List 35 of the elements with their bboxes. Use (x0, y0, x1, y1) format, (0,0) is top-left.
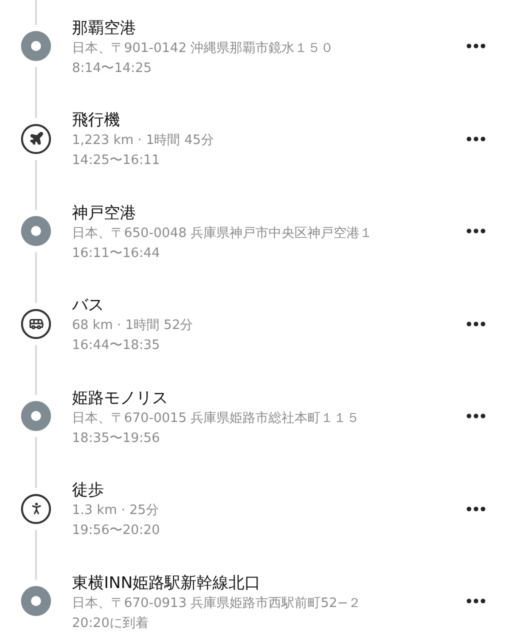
stop-title: 飛行機 (72, 109, 121, 132)
stop-detail: 日本、〒650-0048 兵庫県神戸市中央区神戸空港１ (72, 224, 374, 243)
stop-title: バス (72, 294, 105, 316)
more-icon (466, 228, 486, 234)
stop-time: 20:20に到着 (72, 614, 150, 633)
walking-person-icon (21, 494, 51, 524)
stop-title: 東横INN姫路駅新幹線北口 (72, 572, 262, 594)
more-icon (466, 43, 486, 50)
place-marker-icon (21, 401, 51, 432)
stop-detail: 1.3 km · 25分 (72, 502, 160, 520)
stop-title: 那覇空港 (72, 16, 137, 39)
more-icon (466, 320, 486, 327)
stop-detail: 日本、〒901-0142 沖縄県那覇市鏡水１５０ (72, 40, 335, 58)
stop-time: 19:56〜20:20 (72, 522, 161, 540)
stop-detail: 68 km · 1時間 52分 (72, 317, 194, 336)
stop-detail: 日本、〒670-0015 兵庫県姫路市総社本町１１５ (72, 410, 361, 428)
stop-title: 姫路モノリス (72, 386, 169, 409)
stop-title: 神戸空港 (72, 202, 137, 224)
place-marker-icon (21, 216, 51, 246)
stop-detail: 日本、〒670-0913 兵庫県姫路市西駅前町52−２ (72, 594, 362, 613)
stop-time: 8:14〜14:25 (72, 60, 153, 78)
plane-icon (21, 124, 51, 154)
more-icon (466, 136, 486, 142)
bus-icon (21, 308, 51, 339)
stop-time: 16:11〜16:44 (72, 244, 161, 263)
stop-title: 徒歩 (72, 479, 105, 502)
stop-time: 18:35〜19:56 (72, 430, 161, 448)
stop-time: 14:25〜16:11 (72, 152, 161, 170)
more-icon (466, 598, 486, 604)
more-icon (466, 413, 486, 420)
stop-time: 16:44〜18:35 (72, 337, 161, 356)
place-marker-icon (21, 586, 51, 616)
stop-detail: 1,223 km · 1時間 45分 (72, 132, 215, 150)
more-icon (466, 506, 486, 512)
place-marker-icon (21, 31, 51, 62)
